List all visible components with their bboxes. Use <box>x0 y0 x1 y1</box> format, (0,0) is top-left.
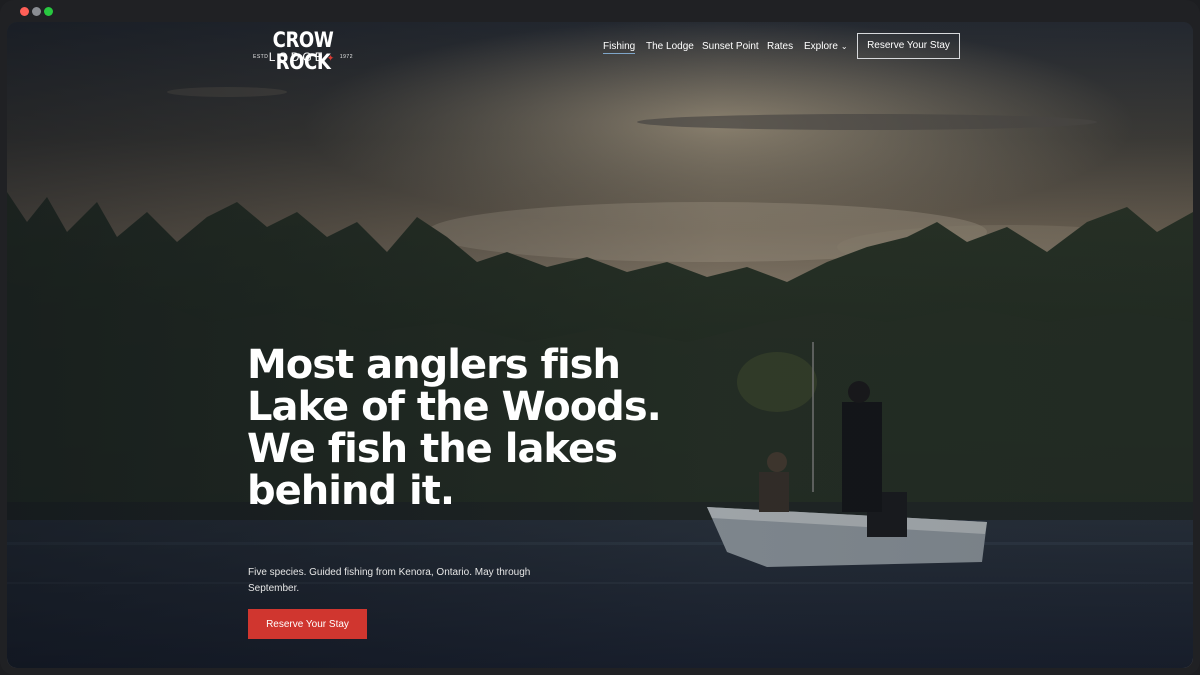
browser-window: CROW ROCK ESTD LODGE✦ 1972 Fishing The L… <box>0 0 1200 675</box>
logo-year: 1972 <box>339 54 353 60</box>
window-titlebar <box>0 0 1200 22</box>
nav-item-explore[interactable]: Explore ⌄ <box>804 40 848 53</box>
maple-leaf-icon: ✦ <box>326 53 338 63</box>
hero-headline: Most anglers fish Lake of the Woods. We … <box>247 342 662 514</box>
page-viewport: CROW ROCK ESTD LODGE✦ 1972 Fishing The L… <box>7 22 1193 668</box>
hero-subhead: Five species. Guided fishing from Kenora… <box>248 567 531 594</box>
chevron-down-icon: ⌄ <box>840 42 848 51</box>
reserve-stay-nav-button[interactable]: Reserve Your Stay <box>857 33 960 59</box>
maximize-window-button[interactable] <box>44 7 53 16</box>
site-logo[interactable]: CROW ROCK ESTD LODGE✦ 1972 <box>247 29 359 73</box>
close-window-button[interactable] <box>20 7 29 16</box>
minimize-window-button[interactable] <box>32 7 41 16</box>
nav-item-rates[interactable]: Rates <box>767 40 793 53</box>
nav-item-the-lodge[interactable]: The Lodge <box>646 40 694 53</box>
reserve-stay-hero-button[interactable]: Reserve Your Stay <box>248 609 367 639</box>
logo-lodge-text: LODGE <box>268 50 326 64</box>
nav-item-sunset-point[interactable]: Sunset Point <box>702 40 759 53</box>
nav-item-fishing[interactable]: Fishing <box>603 40 636 54</box>
nav-item-explore-label: Explore <box>804 41 838 52</box>
